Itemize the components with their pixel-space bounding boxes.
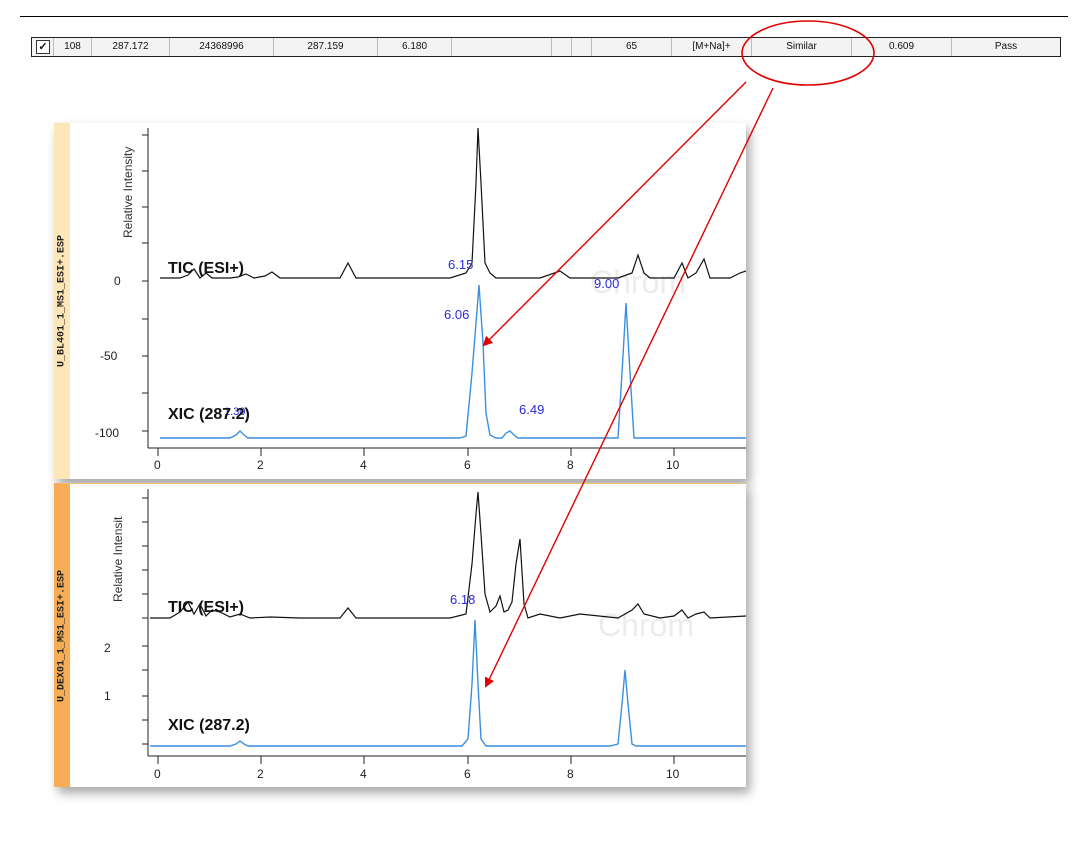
- x-ticks: [157, 448, 675, 456]
- chromatogram-panel-sample[interactable]: U_DEX01_1_MS1_ESI+.ESP Relative Intensit…: [54, 483, 746, 787]
- x-tick-2: 2: [257, 767, 264, 781]
- x-tick-10: 10: [666, 458, 680, 472]
- y-axis-label: Relative Intensity: [121, 147, 135, 238]
- y-axis-label: Relative Intensit: [111, 516, 125, 602]
- x-tick-2: 2: [257, 458, 264, 472]
- y-minor-ticks: [142, 134, 148, 432]
- peak-label-6-15: 6.15: [448, 257, 473, 272]
- top-rule: [20, 16, 1068, 17]
- cell-status: Pass: [994, 41, 1018, 52]
- cell-score: 65: [592, 38, 672, 56]
- x-tick-6: 6: [464, 767, 471, 781]
- peak-label-6-18: 6.18: [450, 592, 475, 607]
- y-tick-minus50: -50: [100, 349, 118, 363]
- x-tick-8: 8: [567, 767, 574, 781]
- y-tick-2: 2: [104, 641, 111, 655]
- x-tick-0: 0: [154, 767, 161, 781]
- sample-label-tab[interactable]: U_BL401_1_MS1_ESI+.ESP: [54, 123, 70, 479]
- cell-empty-3: [572, 38, 592, 56]
- cell-intensity: 24368996: [170, 38, 274, 56]
- cell-ratio: 0.609: [852, 38, 952, 56]
- x-ticks: [157, 756, 675, 764]
- row-checkbox[interactable]: ✓: [36, 40, 50, 54]
- tic-trace: [160, 127, 746, 279]
- cell-mz: 287.172: [92, 38, 170, 56]
- y-tick-0: 0: [114, 274, 121, 288]
- y-tick-minus100: -100: [95, 426, 119, 440]
- y-minor-ticks: [142, 497, 148, 745]
- xic-label: XIC (287.2): [168, 717, 250, 734]
- x-tick-4: 4: [360, 767, 367, 781]
- y-tick-1: 1: [104, 689, 111, 703]
- x-tick-8: 8: [567, 458, 574, 472]
- chromatogram-top: Relative Intensity 0 -50 -100 0 2 4 6 8 …: [95, 127, 746, 472]
- peak-label-6-06: 6.06: [444, 307, 469, 322]
- x-tick-6: 6: [464, 458, 471, 472]
- cell-rt: 6.180: [378, 38, 452, 56]
- cell-similarity: Similar: [752, 38, 852, 56]
- cell-empty-2: [552, 38, 572, 56]
- cell-id: 108: [54, 38, 92, 56]
- chromatogram-panel-blank[interactable]: U_BL401_1_MS1_ESI+.ESP Relative Intensit…: [54, 123, 746, 479]
- row-checkbox-cell[interactable]: ✓: [32, 38, 54, 56]
- sample-label: U_DEX01_1_MS1_ESI+.ESP: [56, 569, 68, 702]
- xic-label: XIC (287.2): [168, 406, 250, 423]
- cell-adduct: [M+Na]+: [672, 38, 752, 56]
- cell-mz-observed: 287.159: [274, 38, 378, 56]
- x-tick-10: 10: [666, 767, 680, 781]
- tic-label: TIC (ESI+): [168, 599, 244, 616]
- peak-label-9-00: 9.00: [594, 276, 619, 291]
- x-tick-0: 0: [154, 458, 161, 472]
- chromatogram-bottom: Relative Intensit 2 1 0 2 4 6 8 10 Chrom…: [104, 489, 746, 781]
- peak-label-6-49: 6.49: [519, 402, 544, 417]
- sample-label: U_BL401_1_MS1_ESI+.ESP: [56, 234, 68, 368]
- tic-label: TIC (ESI+): [168, 260, 244, 277]
- sample-label-tab[interactable]: U_DEX01_1_MS1_ESI+.ESP: [54, 484, 70, 787]
- cell-empty-1: [452, 38, 552, 56]
- x-tick-4: 4: [360, 458, 367, 472]
- table-row[interactable]: ✓ 108 287.172 24368996 287.159 6.180 65 …: [31, 37, 1061, 57]
